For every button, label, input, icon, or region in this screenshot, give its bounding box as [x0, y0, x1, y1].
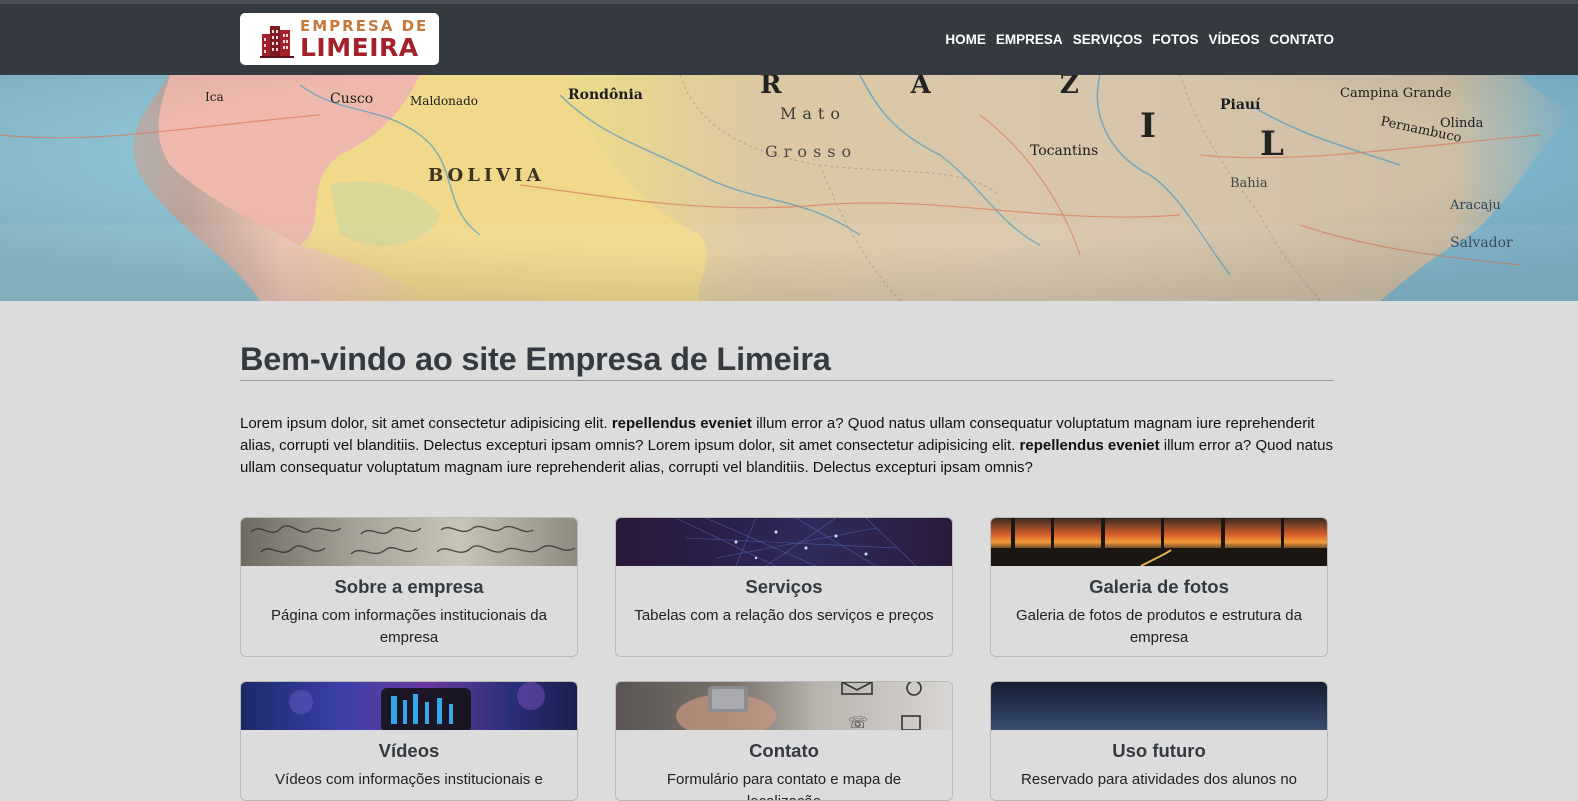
svg-text:☏: ☏ — [848, 713, 868, 730]
card-servicos[interactable]: Serviços Tabelas com a relação dos servi… — [615, 517, 953, 657]
card-text: Vídeos com informações institucionais e — [275, 771, 543, 788]
page-title: Bem-vindo ao site Empresa de Limeira — [240, 341, 1334, 381]
card-text: Galeria de fotos de produtos e estrutura… — [1015, 607, 1302, 646]
nav-servicos[interactable]: SERVIÇOS — [1073, 32, 1143, 47]
intro-bold-1: repellendus eveniet — [611, 415, 752, 432]
nav-videos[interactable]: VÍDEOS — [1208, 32, 1259, 47]
card-title: Contato — [749, 740, 819, 761]
logo-line2: LIMEIRA — [300, 32, 419, 62]
logo-line1: EMPRESA DE — [300, 16, 429, 35]
card-galeria-fotos[interactable]: Galeria de fotos Galeria de fotos de pro… — [990, 517, 1328, 657]
card-image-network — [616, 518, 952, 566]
nav-contato[interactable]: CONTATO — [1270, 32, 1335, 47]
card-title: Serviços — [745, 576, 823, 597]
logo-text: EMPRESA DE LIMEIRA — [300, 16, 429, 62]
nav-empresa[interactable]: EMPRESA — [996, 32, 1063, 47]
card-text: Página com informações institucionais da… — [271, 607, 547, 646]
card-contato[interactable]: ☏ Contato Formulário para contato e mapa… — [615, 681, 953, 801]
hero-map-banner: Rondônia BOLIVIA Maldonado Cusco Ica Mat… — [0, 75, 1578, 301]
main-content: Bem-vindo ao site Empresa de Limeira Lor… — [240, 301, 1334, 801]
site-logo[interactable]: EMPRESA DE LIMEIRA — [240, 13, 439, 65]
card-text: Reservado para atividades dos alunos no — [1020, 771, 1297, 788]
intro-text-1: Lorem ipsum dolor, sit amet consectetur … — [240, 415, 608, 432]
main-nav: HOME EMPRESA SERVIÇOS FOTOS VÍDEOS CONTA… — [935, 4, 1334, 75]
nav-home[interactable]: HOME — [945, 32, 986, 47]
card-title: Vídeos — [378, 740, 440, 761]
building-icon — [260, 26, 294, 58]
card-sobre-empresa[interactable]: Sobre a empresa Página com informações i… — [240, 517, 578, 657]
navbar: EMPRESA DE LIMEIRA HOME EMPRESA SERVIÇOS… — [0, 4, 1578, 75]
map-image: Rondônia BOLIVIA Maldonado Cusco Ica Mat… — [0, 75, 1578, 301]
card-image-dusk — [991, 682, 1327, 730]
intro-paragraph: Lorem ipsum dolor, sit amet consectetur … — [240, 413, 1334, 479]
card-title: Uso futuro — [1112, 740, 1206, 761]
card-title: Galeria de fotos — [1089, 576, 1229, 597]
card-uso-futuro[interactable]: Uso futuro Reservado para atividades dos… — [990, 681, 1328, 801]
nav-fotos[interactable]: FOTOS — [1152, 32, 1198, 47]
card-image-video — [241, 682, 577, 730]
card-title: Sobre a empresa — [334, 576, 484, 597]
card-image-sunset — [991, 518, 1327, 566]
card-videos[interactable]: Vídeos Vídeos com informações institucio… — [240, 681, 578, 801]
card-text: Tabelas com a relação dos serviços e pre… — [634, 607, 934, 624]
card-text: Formulário para contato e mapa de locali… — [666, 771, 902, 800]
card-image-contact: ☏ — [616, 682, 952, 730]
intro-bold-2: repellendus eveniet — [1019, 437, 1160, 454]
card-image-handwriting — [241, 518, 577, 566]
